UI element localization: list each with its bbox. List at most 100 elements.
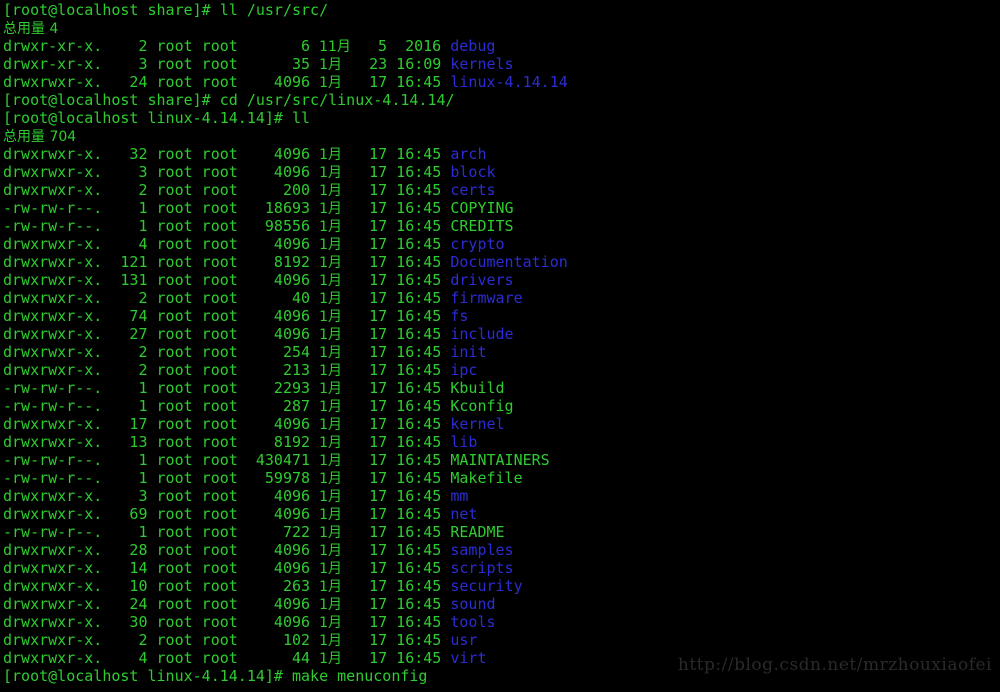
listing-mm: drwxrwxr-x. 3 root root 4096 1月 17 16:45… [3, 487, 997, 505]
listing-month: 1月 [319, 417, 342, 433]
listing-scripts: drwxrwxr-x. 14 root root 4096 1月 17 16:4… [3, 559, 997, 577]
listing-datetime: 17 16:45 [342, 361, 451, 379]
directory-name[interactable]: arch [450, 145, 486, 163]
listing-datetime: 17 16:45 [342, 631, 451, 649]
listing-fs: drwxrwxr-x. 74 root root 4096 1月 17 16:4… [3, 307, 997, 325]
listing-kernels: drwxr-xr-x. 3 root root 35 1月 23 16:09 k… [3, 55, 997, 73]
file-name[interactable]: Makefile [450, 469, 522, 487]
listing-metadata: drwxrwxr-x. 121 root root 8192 [3, 253, 320, 271]
file-name[interactable]: Kconfig [450, 397, 513, 415]
directory-name[interactable]: kernels [450, 55, 513, 73]
file-name[interactable]: Kbuild [450, 379, 504, 397]
listing-month: 1月 [319, 57, 342, 73]
listing-tools: drwxrwxr-x. 30 root root 4096 1月 17 16:4… [3, 613, 997, 631]
listing-metadata: drwxrwxr-x. 30 root root 4096 [3, 613, 320, 631]
file-name[interactable]: README [450, 523, 504, 541]
directory-name[interactable]: Documentation [450, 253, 567, 271]
terminal-output[interactable]: [root@localhost share]# ll /usr/src/总用量 … [3, 1, 997, 685]
file-name[interactable]: CREDITS [450, 217, 513, 235]
directory-name[interactable]: security [450, 577, 522, 595]
terminal-window[interactable]: [root@localhost share]# ll /usr/src/总用量 … [0, 0, 1000, 692]
listing-datetime: 17 16:45 [342, 433, 451, 451]
listing-kbuild: -rw-rw-r--. 1 root root 2293 1月 17 16:45… [3, 379, 997, 397]
directory-name[interactable]: certs [450, 181, 495, 199]
listing-datetime: 17 16:45 [342, 577, 451, 595]
directory-name[interactable]: init [450, 343, 486, 361]
shell-prompt: [root@localhost share]# [3, 1, 211, 19]
prompt-line-2: [root@localhost share]# cd /usr/src/linu… [3, 91, 997, 109]
listing-metadata: drwxrwxr-x. 2 root root 102 [3, 631, 320, 649]
listing-maintainers: -rw-rw-r--. 1 root root 430471 1月 17 16:… [3, 451, 997, 469]
directory-name[interactable]: drivers [450, 271, 513, 289]
shell-command: make menuconfig [282, 667, 428, 685]
listing-month: 1月 [319, 633, 342, 649]
listing-month: 1月 [319, 597, 342, 613]
directory-name[interactable]: usr [450, 631, 477, 649]
listing-metadata: drwxr-xr-x. 2 root root 6 [3, 37, 320, 55]
listing-drivers: drwxrwxr-x. 131 root root 4096 1月 17 16:… [3, 271, 997, 289]
listing-month: 1月 [319, 201, 342, 217]
listing-datetime: 17 16:45 [342, 253, 451, 271]
shell-command: ll [282, 109, 311, 127]
directory-name[interactable]: tools [450, 613, 495, 631]
listing-month: 1月 [319, 147, 342, 163]
shell-prompt: [root@localhost share]# [3, 91, 211, 109]
listing-month: 1月 [319, 543, 342, 559]
listing-datetime: 17 16:45 [342, 541, 451, 559]
listing-datetime: 17 16:45 [342, 145, 451, 163]
listing-month: 1月 [319, 381, 342, 397]
watermark-text: http://blog.csdn.net/mrzhouxiaofei [677, 655, 992, 675]
directory-name[interactable]: linux-4.14.14 [450, 73, 567, 91]
directory-name[interactable]: kernel [450, 415, 504, 433]
directory-name[interactable]: samples [450, 541, 513, 559]
listing-datetime: 17 16:45 [342, 649, 451, 667]
listing-month: 1月 [319, 453, 342, 469]
directory-name[interactable]: firmware [450, 289, 522, 307]
listing-datetime: 17 16:45 [342, 451, 451, 469]
directory-name[interactable]: fs [450, 307, 468, 325]
listing-month: 1月 [319, 345, 342, 361]
listing-firmware: drwxrwxr-x. 2 root root 40 1月 17 16:45 f… [3, 289, 997, 307]
listing-metadata: drwxrwxr-x. 2 root root 200 [3, 181, 320, 199]
directory-name[interactable]: block [450, 163, 495, 181]
listing-copying: -rw-rw-r--. 1 root root 18693 1月 17 16:4… [3, 199, 997, 217]
listing-readme: -rw-rw-r--. 1 root root 722 1月 17 16:45 … [3, 523, 997, 541]
listing-month: 1月 [319, 651, 342, 667]
listing-month: 1月 [319, 291, 342, 307]
listing-metadata: drwxrwxr-x. 3 root root 4096 [3, 487, 320, 505]
listing-metadata: drwxrwxr-x. 2 root root 254 [3, 343, 320, 361]
shell-command: ll /usr/src/ [210, 1, 329, 19]
directory-name[interactable]: net [450, 505, 477, 523]
directory-name[interactable]: include [450, 325, 513, 343]
listing-month: 1月 [319, 489, 342, 505]
directory-name[interactable]: scripts [450, 559, 513, 577]
directory-name[interactable]: lib [450, 433, 477, 451]
listing-month: 1月 [319, 561, 342, 577]
listing-month: 1月 [319, 273, 342, 289]
listing-month: 11月 [319, 39, 351, 55]
listing-metadata: drwxrwxr-x. 17 root root 4096 [3, 415, 320, 433]
total-line-2: 总用量 704 [3, 127, 997, 145]
listing-metadata: drwxrwxr-x. 2 root root 40 [3, 289, 320, 307]
listing-month: 1月 [319, 75, 342, 91]
listing-metadata: drwxrwxr-x. 4 root root 4096 [3, 235, 320, 253]
listing-metadata: drwxrwxr-x. 2 root root 213 [3, 361, 320, 379]
listing-kconfig: -rw-rw-r--. 1 root root 287 1月 17 16:45 … [3, 397, 997, 415]
listing-documentation: drwxrwxr-x. 121 root root 8192 1月 17 16:… [3, 253, 997, 271]
directory-name[interactable]: ipc [450, 361, 477, 379]
listing-ipc: drwxrwxr-x. 2 root root 213 1月 17 16:45 … [3, 361, 997, 379]
directory-name[interactable]: debug [450, 37, 495, 55]
directory-name[interactable]: virt [450, 649, 486, 667]
listing-debug: drwxr-xr-x. 2 root root 6 11月 5 2016 deb… [3, 37, 997, 55]
directory-name[interactable]: sound [450, 595, 495, 613]
listing-datetime: 17 16:45 [342, 343, 451, 361]
prompt-line-3: [root@localhost linux-4.14.14]# ll [3, 109, 997, 127]
listing-datetime: 17 16:45 [342, 271, 451, 289]
file-name[interactable]: MAINTAINERS [450, 451, 549, 469]
listing-datetime: 17 16:45 [342, 397, 451, 415]
directory-name[interactable]: mm [450, 487, 468, 505]
listing-month: 1月 [319, 435, 342, 451]
listing-samples: drwxrwxr-x. 28 root root 4096 1月 17 16:4… [3, 541, 997, 559]
directory-name[interactable]: crypto [450, 235, 504, 253]
file-name[interactable]: COPYING [450, 199, 513, 217]
